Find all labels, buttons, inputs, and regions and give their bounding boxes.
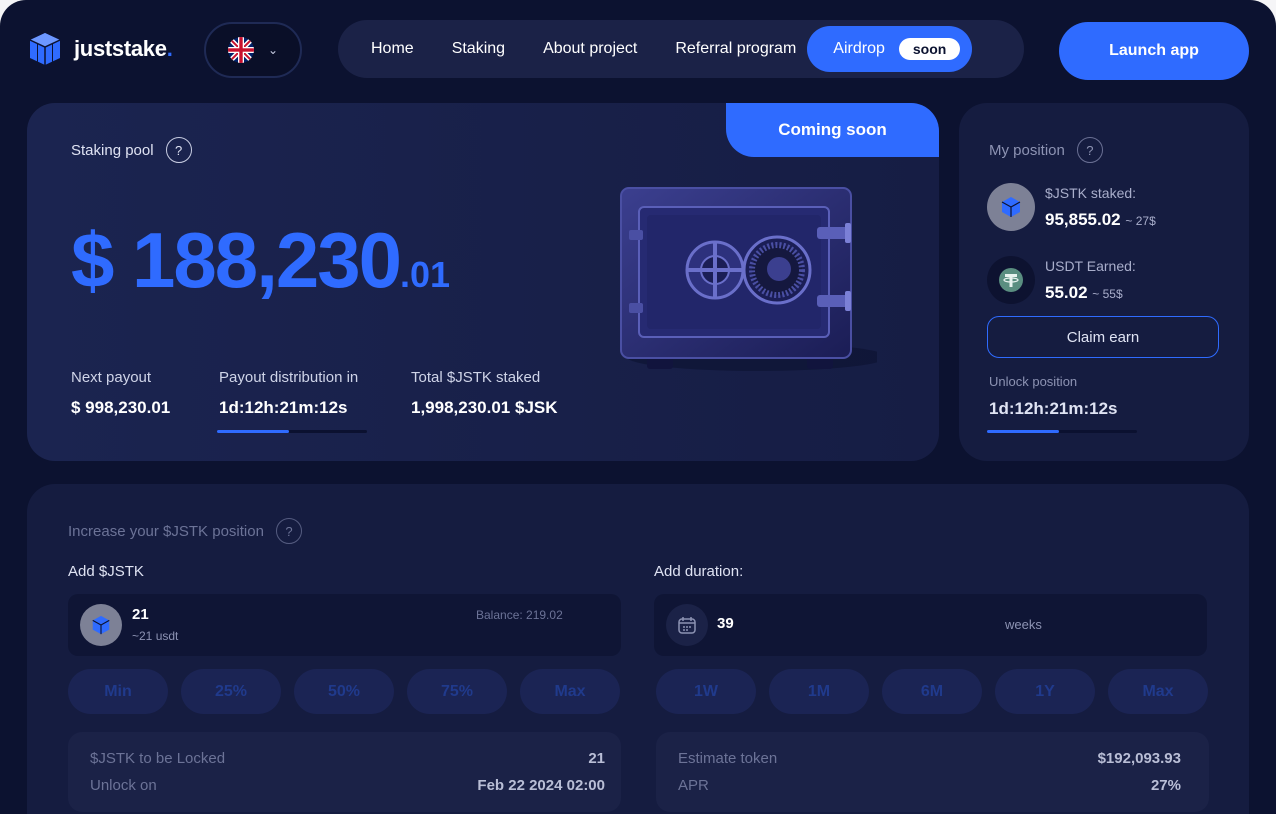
pool-amount: $ 188,230.01 (71, 215, 450, 306)
pool-amount-cents: .01 (400, 254, 451, 295)
earned-sub: ~ 55$ (1092, 287, 1123, 301)
amount-value: 21 (132, 606, 149, 623)
nav-staking[interactable]: Staking (433, 40, 524, 58)
payout-progress-bar (217, 430, 367, 433)
unlock-progress-bar (987, 430, 1137, 433)
estimate-label: Estimate token (678, 750, 778, 767)
my-position-card: My position ? $JSTK staked: 95,855.02 ~ … (959, 103, 1249, 461)
chip-max[interactable]: Max (520, 669, 620, 714)
airdrop-label: Airdrop (833, 40, 885, 57)
unlock-on-row: Unlock on Feb 22 2024 02:00 (90, 777, 605, 794)
amount-chips: Min 25% 50% 75% Max (68, 669, 620, 714)
stat-value: 1d:12h:21m:12s (219, 398, 348, 417)
nav-airdrop[interactable]: Airdrop soon (807, 26, 973, 72)
usdt-token-icon (987, 256, 1035, 304)
help-icon[interactable]: ? (275, 518, 302, 544)
unlock-on-label: Unlock on (90, 777, 157, 794)
add-duration-label: Add duration: (654, 563, 744, 580)
chevron-down-icon: ⌄ (267, 43, 279, 57)
apr-value: 27% (1150, 777, 1181, 794)
add-jstk-label: Add $JSTK (68, 563, 144, 580)
staked-value-line: 95,855.02 ~ 27$ (1045, 210, 1156, 230)
estimate-summary: Estimate token $192,093.93 APR 27% (656, 732, 1209, 812)
help-icon[interactable]: ? (1076, 137, 1103, 163)
chip-50[interactable]: 50% (294, 669, 394, 714)
apr-label: APR (678, 777, 709, 794)
locked-row: $JSTK to be Locked 21 (90, 750, 605, 767)
stat-value: $ 998,230.01 (71, 398, 171, 417)
earned-row: USDT Earned: 55.02 ~ 55$ (987, 256, 1136, 304)
unlock-position-label: Unlock position (989, 374, 1078, 389)
claim-earn-button[interactable]: Claim earn (987, 316, 1219, 358)
staking-pool-title: Staking pool ? (71, 137, 192, 163)
staked-value: 95,855.02 (1045, 210, 1121, 229)
chip-1y[interactable]: 1Y (995, 669, 1095, 714)
chip-6m[interactable]: 6M (882, 669, 982, 714)
jstk-token-icon (80, 604, 122, 646)
payout-distribution-stat: Payout distribution in 1d:12h:21m:12s (219, 369, 358, 418)
main-nav: Home Staking About project Referral prog… (338, 20, 1024, 78)
uk-flag-icon (227, 37, 254, 63)
unlock-on-value: Feb 22 2024 02:00 (477, 777, 605, 794)
stat-label: Total $JSTK staked (411, 369, 541, 386)
payout-progress-fill (217, 430, 289, 433)
increase-position-title: Increase your $JSTK position ? (68, 518, 302, 544)
staked-label: $JSTK staked: (1045, 185, 1137, 201)
balance-text: Balance: 219.02 (476, 608, 563, 622)
stat-label: Payout distribution in (219, 369, 359, 386)
staking-pool-label: Staking pool (71, 141, 154, 159)
logo-text: juststake. (74, 36, 173, 61)
lock-summary: $JSTK to be Locked 21 Unlock on Feb 22 2… (68, 732, 621, 812)
next-payout-stat: Next payout $ 998,230.01 (71, 369, 170, 418)
earned-label: USDT Earned: (1045, 258, 1136, 274)
duration-chips: 1W 1M 6M 1Y Max (656, 669, 1208, 714)
logo[interactable]: juststake. (26, 30, 173, 68)
staking-pool-card: Coming soon Staking pool ? $ 188,230.01 … (27, 103, 939, 461)
stat-value: 1,998,230.01 $JSK (411, 398, 558, 417)
app-frame: juststake. ⌄ Home Staking About project … (0, 0, 1276, 814)
safe-vault-icon (620, 187, 877, 371)
staked-sub: ~ 27$ (1125, 214, 1156, 228)
chip-max-duration[interactable]: Max (1108, 669, 1208, 714)
increase-position-card: Increase your $JSTK position ? Add $JSTK… (27, 484, 1249, 814)
language-selector[interactable]: ⌄ (204, 22, 302, 78)
amount-usd: ~21 usdt (132, 629, 179, 643)
duration-value: 39 (717, 615, 734, 632)
unlock-progress-fill (987, 430, 1059, 433)
locked-label: $JSTK to be Locked (90, 750, 226, 767)
jstk-amount-input[interactable]: 21 ~21 usdt Balance: 219.02 (68, 594, 621, 656)
unlock-position-timer: 1d:12h:21m:12s (989, 399, 1118, 418)
chip-min[interactable]: Min (68, 669, 168, 714)
earned-value: 55.02 (1045, 283, 1088, 302)
duration-unit: weeks (1005, 617, 1042, 632)
coming-soon-badge: Coming soon (726, 103, 939, 157)
cube-logo-icon (29, 33, 61, 65)
help-icon[interactable]: ? (165, 137, 192, 163)
total-staked-stat: Total $JSTK staked 1,998,230.01 $JSK (411, 369, 558, 418)
increase-position-label: Increase your $JSTK position (68, 522, 264, 540)
duration-input[interactable]: 39 weeks (654, 594, 1207, 656)
launch-app-button[interactable]: Launch app (1059, 22, 1249, 80)
nav-referral-program[interactable]: Referral program (656, 40, 807, 58)
stat-label: Next payout (71, 369, 152, 386)
nav-home[interactable]: Home (352, 40, 433, 58)
earned-value-line: 55.02 ~ 55$ (1045, 283, 1136, 303)
chip-1m[interactable]: 1M (769, 669, 869, 714)
jstk-token-icon (987, 183, 1035, 231)
chip-25[interactable]: 25% (181, 669, 281, 714)
pool-amount-main: $ 188,230 (71, 216, 402, 304)
chip-75[interactable]: 75% (407, 669, 507, 714)
soon-badge: soon (898, 38, 961, 60)
estimate-row: Estimate token $192,093.93 (678, 750, 1181, 767)
chip-1w[interactable]: 1W (656, 669, 756, 714)
my-position-label: My position (989, 141, 1065, 159)
locked-value: 21 (588, 750, 605, 767)
estimate-value: $192,093.93 (1097, 750, 1181, 767)
calendar-icon (666, 604, 708, 646)
nav-about-project[interactable]: About project (524, 40, 656, 58)
apr-row: APR 27% (678, 777, 1181, 794)
my-position-title: My position ? (989, 137, 1103, 163)
staked-row: $JSTK staked: 95,855.02 ~ 27$ (987, 183, 1156, 231)
